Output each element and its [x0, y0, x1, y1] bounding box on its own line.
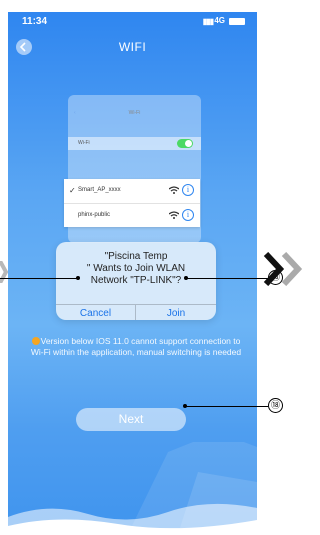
info-icon: i — [182, 209, 194, 221]
wifi-icon — [169, 211, 179, 219]
signal-icon: ▮▮▮ — [202, 17, 214, 26]
callout-line-next — [185, 406, 268, 407]
battery-icon — [229, 18, 245, 25]
dialog-message-line: Network "TP-LINK"? — [90, 275, 182, 286]
network-name: Smart_AP_xxxx — [78, 187, 121, 193]
wifi-icon — [169, 186, 179, 194]
join-network-dialog: "Piscina Temp " Wants to Join WLAN Netwo… — [56, 242, 216, 320]
join-button[interactable]: Join — [136, 305, 216, 320]
network-list: ✓ Smart_AP_xxxx i phinx-public i — [64, 179, 200, 227]
checkmark-icon: ✓ — [69, 186, 76, 195]
illustration-wifi-label: Wi-Fi — [78, 140, 90, 146]
dialog-message-line: "Piscina Temp — [104, 251, 168, 262]
info-icon: i — [182, 184, 194, 196]
dialog-message-line: " Wants to Join WLAN — [86, 263, 186, 274]
notice-text: Version below IOS 11.0 cannot support co… — [30, 336, 242, 357]
next-button[interactable]: Next — [76, 408, 186, 431]
callout-line-cancel — [0, 278, 78, 279]
previous-chevron-icon — [0, 261, 8, 283]
network-type: 4G — [214, 16, 225, 25]
cancel-button[interactable]: Cancel — [56, 305, 136, 320]
illustration-wifi-row: Wi-Fi — [68, 137, 201, 150]
status-bar: 11:34 ▮▮▮ 4G — [8, 12, 257, 30]
dialog-actions: Cancel Join — [56, 304, 216, 320]
warning-icon — [31, 337, 40, 345]
illustration-nav-title: Wi-Fi — [128, 110, 141, 116]
next-page-chevrons-icon — [263, 252, 303, 286]
callout-dot — [76, 276, 80, 280]
phone-screen: 11:34 ▮▮▮ 4G WIFI ‹ Wi-Fi Wi-Fi ✓ Smart_… — [8, 12, 257, 534]
background-waves — [8, 442, 257, 534]
status-time: 11:34 — [22, 16, 48, 27]
network-row: ✓ Smart_AP_xxxx i — [64, 179, 200, 203]
ios-version-notice: Version below IOS 11.0 cannot support co… — [30, 336, 242, 358]
dialog-message: "Piscina Temp " Wants to Join WLAN Netwo… — [56, 251, 216, 287]
callout-line-join — [186, 278, 268, 279]
callout-number-next: ⑱ — [268, 398, 283, 413]
network-name: phinx-public — [78, 212, 111, 218]
network-row: phinx-public i — [64, 203, 200, 227]
illustration-wifi-toggle — [177, 139, 193, 148]
page-title: WIFI — [118, 40, 147, 54]
